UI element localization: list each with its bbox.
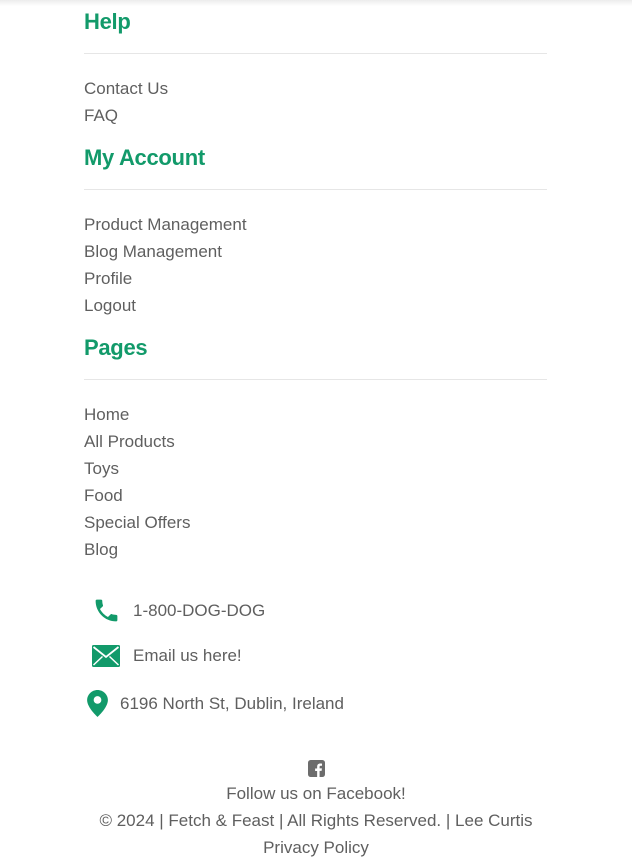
footer-section-help: Help Contact Us FAQ [84, 8, 547, 129]
divider [84, 379, 547, 380]
divider [84, 53, 547, 54]
link-faq[interactable]: FAQ [84, 102, 547, 129]
link-product-management[interactable]: Product Management [84, 211, 547, 238]
account-links: Product Management Blog Management Profi… [84, 211, 547, 319]
link-home[interactable]: Home [84, 401, 547, 428]
map-pin-icon [84, 690, 120, 717]
author-link[interactable]: Lee Curtis [455, 811, 532, 830]
link-special-offers[interactable]: Special Offers [84, 509, 547, 536]
link-blog-management[interactable]: Blog Management [84, 238, 547, 265]
help-links: Contact Us FAQ [84, 75, 547, 129]
site-footer: Follow us on Facebook! © 2024 | Fetch & … [0, 760, 632, 860]
contact-address: 6196 North St, Dublin, Ireland [84, 690, 344, 717]
footer-section-my-account: My Account Product Management Blog Manag… [84, 144, 547, 319]
address-text: 6196 North St, Dublin, Ireland [120, 693, 344, 713]
link-food[interactable]: Food [84, 482, 547, 509]
contact-email[interactable]: Email us here! [84, 645, 242, 667]
copyright-text: © 2024 | Fetch & Feast | All Rights Rese… [99, 811, 451, 830]
link-all-products[interactable]: All Products [84, 428, 547, 455]
link-logout[interactable]: Logout [84, 292, 547, 319]
footer-section-pages: Pages Home All Products Toys Food Specia… [84, 334, 547, 563]
link-profile[interactable]: Profile [84, 265, 547, 292]
section-title-help: Help [84, 9, 131, 34]
facebook-icon[interactable] [307, 760, 325, 777]
envelope-icon [84, 645, 133, 667]
divider [84, 189, 547, 190]
follow-facebook-link[interactable]: Follow us on Facebook! [226, 784, 406, 803]
copyright-line: © 2024 | Fetch & Feast | All Rights Rese… [0, 807, 632, 834]
phone-number: 1-800-DOG-DOG [133, 600, 266, 620]
link-blog[interactable]: Blog [84, 536, 547, 563]
email-link-text: Email us here! [133, 646, 242, 665]
privacy-policy-link[interactable]: Privacy Policy [263, 838, 369, 857]
phone-icon [84, 596, 133, 625]
header-shadow [0, 0, 632, 6]
link-contact-us[interactable]: Contact Us [84, 75, 547, 102]
link-toys[interactable]: Toys [84, 455, 547, 482]
section-title-pages: Pages [84, 335, 148, 360]
section-title-my-account: My Account [84, 145, 205, 170]
contact-phone[interactable]: 1-800-DOG-DOG [84, 596, 265, 625]
pages-links: Home All Products Toys Food Special Offe… [84, 401, 547, 563]
